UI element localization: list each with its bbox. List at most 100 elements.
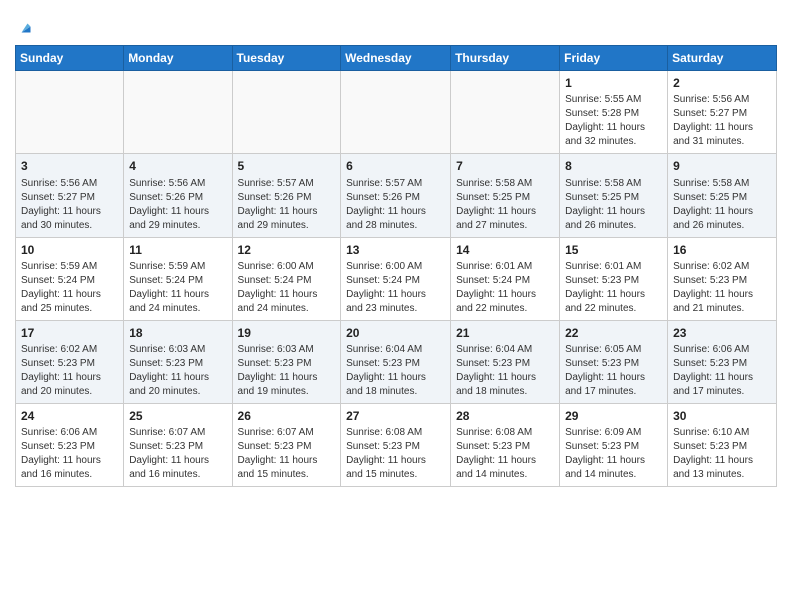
day-info: Sunrise: 6:01 AM Sunset: 5:23 PM Dayligh…: [565, 260, 662, 316]
day-number: 15: [565, 242, 662, 258]
calendar-cell: [341, 71, 451, 154]
day-number: 28: [456, 408, 554, 424]
day-info: Sunrise: 5:57 AM Sunset: 5:26 PM Dayligh…: [238, 177, 336, 233]
day-info: Sunrise: 6:04 AM Sunset: 5:23 PM Dayligh…: [346, 343, 445, 399]
calendar-cell: [124, 71, 232, 154]
calendar-cell: 9Sunrise: 5:58 AM Sunset: 5:25 PM Daylig…: [668, 154, 777, 237]
day-number: 6: [346, 158, 445, 174]
day-number: 17: [21, 325, 118, 341]
day-info: Sunrise: 5:56 AM Sunset: 5:27 PM Dayligh…: [673, 93, 771, 149]
day-number: 26: [238, 408, 336, 424]
calendar-week-3: 10 Sunrise: 5:59 AM Sunset: 5:24 PM Dayli…: [16, 237, 777, 320]
calendar-cell: 12 Sunrise: 6:00 AM Sunset: 5:24 PM Dayli…: [232, 237, 341, 320]
day-info: Sunrise: 5:59 AM Sunset: 5:24 PM Dayligh…: [129, 260, 226, 316]
day-number: 20: [346, 325, 445, 341]
day-info: Sunrise: 6:07 AM Sunset: 5:23 PM Dayligh…: [129, 426, 226, 482]
day-info: Sunrise: 5:55 AM Sunset: 5:28 PM Dayligh…: [565, 93, 662, 149]
day-info: Sunrise: 6:02 AM Sunset: 5:23 PM Dayligh…: [673, 260, 771, 316]
calendar-cell: 22 Sunrise: 6:05 AM Sunset: 5:23 PM Dayli…: [560, 320, 668, 403]
day-number: 1: [565, 75, 662, 91]
day-number: 5: [238, 158, 336, 174]
day-number: 11: [129, 242, 226, 258]
day-info: Sunrise: 6:00 AM Sunset: 5:24 PM Dayligh…: [346, 260, 445, 316]
calendar-cell: 6 Sunrise: 5:57 AM Sunset: 5:26 PM Daylig…: [341, 154, 451, 237]
day-info: Sunrise: 6:06 AM Sunset: 5:23 PM Dayligh…: [673, 343, 771, 399]
calendar-cell: 15 Sunrise: 6:01 AM Sunset: 5:23 PM Dayli…: [560, 237, 668, 320]
weekday-header-friday: Friday: [560, 46, 668, 71]
day-info: Sunrise: 6:03 AM Sunset: 5:23 PM Dayligh…: [129, 343, 226, 399]
day-number: 3: [21, 158, 118, 174]
calendar-cell: 29 Sunrise: 6:09 AM Sunset: 5:23 PM Dayli…: [560, 403, 668, 486]
calendar-cell: 2 Sunrise: 5:56 AM Sunset: 5:27 PM Daylig…: [668, 71, 777, 154]
calendar-cell: [16, 71, 124, 154]
day-number: 24: [21, 408, 118, 424]
calendar-week-2: 3 Sunrise: 5:56 AM Sunset: 5:27 PM Daylig…: [16, 154, 777, 237]
day-info: Sunrise: 5:58 AM Sunset: 5:25 PM Dayligh…: [565, 177, 662, 233]
weekday-header-wednesday: Wednesday: [341, 46, 451, 71]
calendar-cell: 21 Sunrise: 6:04 AM Sunset: 5:23 PM Dayli…: [451, 320, 560, 403]
logo-icon: [17, 19, 35, 37]
day-info: Sunrise: 6:10 AM Sunset: 5:23 PM Dayligh…: [673, 426, 771, 482]
day-number: 7: [456, 158, 554, 174]
day-info: Sunrise: 5:58 AM Sunset: 5:25 PM Dayligh…: [456, 177, 554, 233]
calendar-cell: 24Sunrise: 6:06 AM Sunset: 5:23 PM Dayli…: [16, 403, 124, 486]
day-info: Sunrise: 5:56 AM Sunset: 5:27 PM Dayligh…: [21, 177, 118, 233]
day-number: 14: [456, 242, 554, 258]
day-number: 2: [673, 75, 771, 91]
day-info: Sunrise: 6:09 AM Sunset: 5:23 PM Dayligh…: [565, 426, 662, 482]
calendar-cell: 23 Sunrise: 6:06 AM Sunset: 5:23 PM Dayli…: [668, 320, 777, 403]
day-number: 22: [565, 325, 662, 341]
calendar-cell: 25Sunrise: 6:07 AM Sunset: 5:23 PM Dayli…: [124, 403, 232, 486]
calendar-cell: 7 Sunrise: 5:58 AM Sunset: 5:25 PM Daylig…: [451, 154, 560, 237]
calendar-week-5: 24Sunrise: 6:06 AM Sunset: 5:23 PM Dayli…: [16, 403, 777, 486]
calendar-cell: 19 Sunrise: 6:03 AM Sunset: 5:23 PM Dayli…: [232, 320, 341, 403]
day-info: Sunrise: 5:59 AM Sunset: 5:24 PM Dayligh…: [21, 260, 118, 316]
day-info: Sunrise: 6:00 AM Sunset: 5:24 PM Dayligh…: [238, 260, 336, 316]
day-number: 8: [565, 158, 662, 174]
calendar-cell: 27Sunrise: 6:08 AM Sunset: 5:23 PM Dayli…: [341, 403, 451, 486]
day-number: 18: [129, 325, 226, 341]
day-info: Sunrise: 6:08 AM Sunset: 5:23 PM Dayligh…: [456, 426, 554, 482]
calendar-cell: 16Sunrise: 6:02 AM Sunset: 5:23 PM Dayli…: [668, 237, 777, 320]
weekday-header-sunday: Sunday: [16, 46, 124, 71]
calendar-cell: 30 Sunrise: 6:10 AM Sunset: 5:23 PM Dayli…: [668, 403, 777, 486]
calendar-header-row: SundayMondayTuesdayWednesdayThursdayFrid…: [16, 46, 777, 71]
calendar-cell: 8 Sunrise: 5:58 AM Sunset: 5:25 PM Daylig…: [560, 154, 668, 237]
calendar-week-4: 17 Sunrise: 6:02 AM Sunset: 5:23 PM Dayli…: [16, 320, 777, 403]
calendar-cell: 11 Sunrise: 5:59 AM Sunset: 5:24 PM Dayli…: [124, 237, 232, 320]
day-number: 4: [129, 158, 226, 174]
day-number: 10: [21, 242, 118, 258]
calendar-cell: [232, 71, 341, 154]
calendar-cell: 14 Sunrise: 6:01 AM Sunset: 5:24 PM Dayli…: [451, 237, 560, 320]
day-info: Sunrise: 6:03 AM Sunset: 5:23 PM Dayligh…: [238, 343, 336, 399]
day-number: 12: [238, 242, 336, 258]
day-number: 19: [238, 325, 336, 341]
day-number: 29: [565, 408, 662, 424]
day-info: Sunrise: 5:56 AM Sunset: 5:26 PM Dayligh…: [129, 177, 226, 233]
calendar-cell: 5 Sunrise: 5:57 AM Sunset: 5:26 PM Daylig…: [232, 154, 341, 237]
weekday-header-monday: Monday: [124, 46, 232, 71]
calendar-cell: 26 Sunrise: 6:07 AM Sunset: 5:23 PM Dayli…: [232, 403, 341, 486]
calendar: SundayMondayTuesdayWednesdayThursdayFrid…: [15, 45, 777, 487]
day-info: Sunrise: 6:01 AM Sunset: 5:24 PM Dayligh…: [456, 260, 554, 316]
day-number: 21: [456, 325, 554, 341]
day-info: Sunrise: 5:58 AM Sunset: 5:25 PM Dayligh…: [673, 177, 771, 233]
logo-general: [15, 15, 35, 39]
day-info: Sunrise: 6:08 AM Sunset: 5:23 PM Dayligh…: [346, 426, 445, 482]
day-info: Sunrise: 6:04 AM Sunset: 5:23 PM Dayligh…: [456, 343, 554, 399]
day-info: Sunrise: 6:02 AM Sunset: 5:23 PM Dayligh…: [21, 343, 118, 399]
calendar-cell: 10 Sunrise: 5:59 AM Sunset: 5:24 PM Dayli…: [16, 237, 124, 320]
day-number: 23: [673, 325, 771, 341]
day-number: 13: [346, 242, 445, 258]
calendar-cell: 1 Sunrise: 5:55 AM Sunset: 5:28 PM Daylig…: [560, 71, 668, 154]
logo-area: [15, 10, 35, 37]
day-info: Sunrise: 5:57 AM Sunset: 5:26 PM Dayligh…: [346, 177, 445, 233]
day-info: Sunrise: 6:05 AM Sunset: 5:23 PM Dayligh…: [565, 343, 662, 399]
weekday-header-saturday: Saturday: [668, 46, 777, 71]
page: SundayMondayTuesdayWednesdayThursdayFrid…: [0, 0, 792, 497]
calendar-cell: 28 Sunrise: 6:08 AM Sunset: 5:23 PM Dayli…: [451, 403, 560, 486]
calendar-cell: 18 Sunrise: 6:03 AM Sunset: 5:23 PM Dayli…: [124, 320, 232, 403]
calendar-cell: 20 Sunrise: 6:04 AM Sunset: 5:23 PM Dayli…: [341, 320, 451, 403]
day-info: Sunrise: 6:07 AM Sunset: 5:23 PM Dayligh…: [238, 426, 336, 482]
day-number: 30: [673, 408, 771, 424]
